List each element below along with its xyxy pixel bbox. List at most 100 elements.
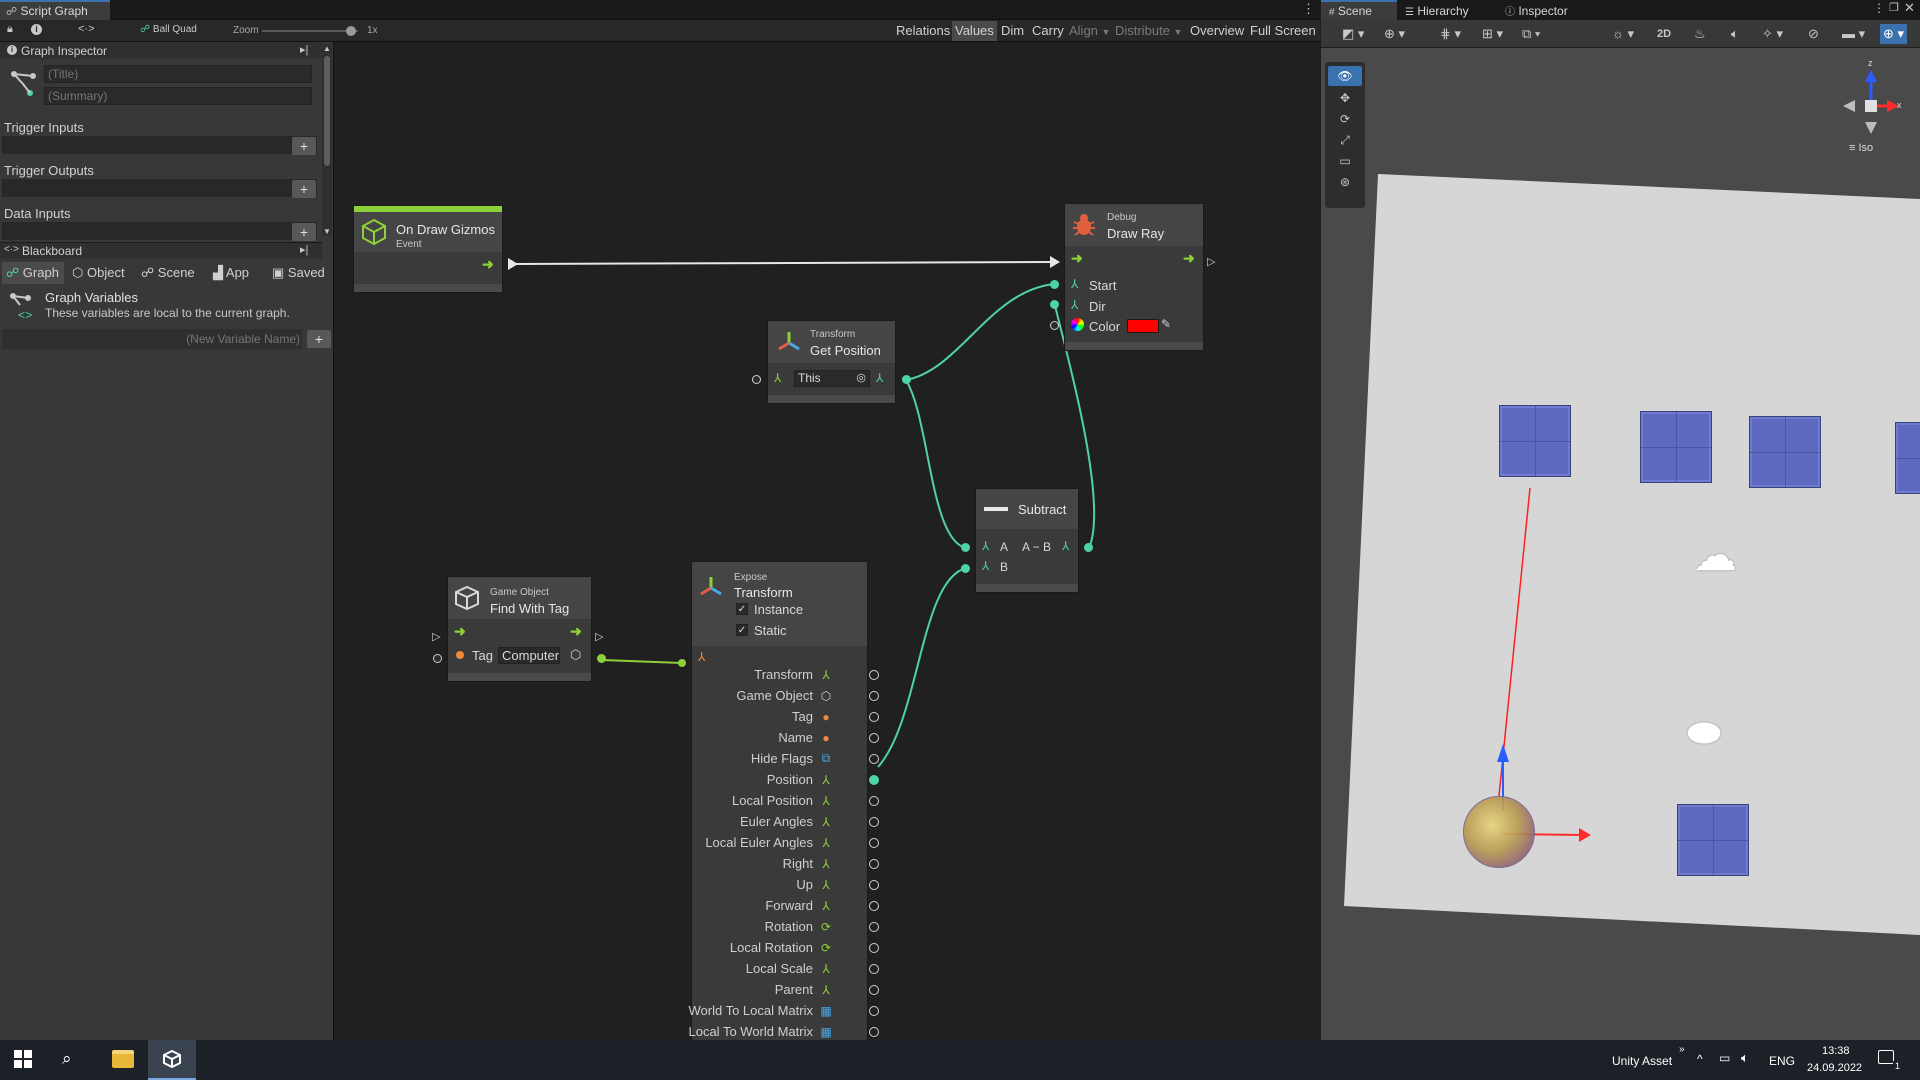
expose-output-port[interactable] (869, 985, 879, 995)
grid-visibility-icon[interactable]: ⊞ ▾ (1482, 24, 1503, 44)
language-label[interactable]: ENG (1769, 1054, 1795, 1068)
subtract-output-port[interactable] (1084, 543, 1093, 552)
chevron-up-icon[interactable]: ^ (1697, 1052, 1703, 1066)
expose-output-port[interactable] (869, 733, 879, 743)
hidden-objects-icon[interactable]: ⊘ (1808, 24, 1819, 44)
expose-output-port[interactable] (869, 817, 879, 827)
expose-output-port[interactable] (869, 712, 879, 722)
audio-toggle-icon[interactable]: 🔈︎ (1731, 24, 1739, 44)
close-icon[interactable]: ✕ (1904, 0, 1915, 16)
expose-output-row[interactable]: Up ⅄ (677, 874, 879, 895)
dir-input-port[interactable] (1050, 300, 1059, 309)
color-input-port[interactable] (1050, 321, 1059, 330)
globe-dropdown-icon[interactable]: ⊕ ▾ (1384, 24, 1405, 44)
find-with-tag-node[interactable]: Game Object Find With Tag ➜ ➜ Tag Comput… (447, 576, 592, 682)
expose-output-port[interactable] (869, 754, 879, 764)
unity-taskbar-button[interactable] (148, 1040, 196, 1080)
expose-output-row[interactable]: Local Position ⅄ (677, 790, 879, 811)
expose-output-port[interactable] (869, 880, 879, 890)
file-explorer-icon[interactable] (112, 1050, 134, 1068)
expose-output-row[interactable]: Right ⅄ (677, 853, 879, 874)
tab-scene-view[interactable]: # Scene (1321, 0, 1397, 20)
tray-app-label[interactable]: Unity Asset (1612, 1054, 1672, 1068)
flow-output-arrow-icon[interactable]: ➜ (482, 256, 494, 273)
expose-output-port[interactable] (869, 901, 879, 911)
tab-hierarchy[interactable]: ☰ Hierarchy (1405, 2, 1469, 22)
flow-output-arrow-icon[interactable]: ➜ (570, 623, 582, 640)
expose-output-row[interactable]: Local Scale ⅄ (677, 958, 879, 979)
expose-output-port[interactable] (869, 922, 879, 932)
expose-output-port[interactable] (869, 859, 879, 869)
color-swatch[interactable] (1127, 319, 1159, 333)
transform-tool-icon[interactable]: ⊛ (1328, 172, 1362, 192)
clock-date[interactable]: 24.09.2022 (1807, 1062, 1862, 1074)
expose-output-port[interactable] (869, 796, 879, 806)
kebab-menu-icon[interactable]: ⋮ (1873, 1, 1885, 15)
light-toggle-icon[interactable]: ♨ (1694, 24, 1706, 44)
expose-output-row[interactable]: Transform ⅄ (677, 664, 879, 685)
volume-icon[interactable]: 🔈︎ (1741, 1050, 1749, 1066)
notification-icon[interactable] (1878, 1050, 1894, 1064)
rotate-tool-icon[interactable]: ⟳ (1328, 109, 1362, 129)
gizmos-dropdown-icon[interactable]: ⊕ ▾ (1880, 24, 1908, 44)
expose-output-port[interactable] (869, 1027, 879, 1037)
iso-projection-toggle[interactable]: ≡ Iso (1849, 142, 1873, 154)
expose-output-row[interactable]: Game Object ⬡ (677, 685, 879, 706)
mode-2d-button[interactable]: 2D (1657, 24, 1671, 44)
move-tool-icon[interactable]: ✥ (1328, 88, 1362, 108)
expose-output-row[interactable]: Position ⅄ (677, 769, 879, 790)
expose-output-port[interactable] (869, 1006, 879, 1016)
draw-ray-node[interactable]: Debug Draw Ray ➜ ➜ ⅄ Start ⅄ Dir Color ✎ (1064, 203, 1204, 351)
effects-dropdown-icon[interactable]: ✧ ▾ (1762, 24, 1783, 44)
get-position-node[interactable]: Transform Get Position ⅄ This ◎ ⅄ (767, 320, 896, 404)
expose-output-row[interactable]: World To Local Matrix ▦ (677, 1000, 879, 1021)
tag-value-field[interactable]: Computer (498, 647, 560, 664)
tab-inspector[interactable]: ⓘ Inspector (1505, 2, 1568, 22)
expose-output-row[interactable]: Local Euler Angles ⅄ (677, 832, 879, 853)
expose-output-row[interactable]: Forward ⅄ (677, 895, 879, 916)
expose-output-port[interactable] (869, 670, 879, 680)
eyedropper-icon[interactable]: ✎ (1161, 317, 1171, 331)
target-icon[interactable]: ◎ (856, 371, 866, 386)
expose-output-row[interactable]: Local To World Matrix ▦ (677, 1021, 879, 1042)
lighting-dropdown-icon[interactable]: ☼ ▾ (1612, 24, 1634, 44)
rect-tool-icon[interactable]: ▭ (1328, 151, 1362, 171)
subtract-a-input-port[interactable] (961, 543, 970, 552)
expose-output-row[interactable]: Hide Flags ⧉ (677, 748, 879, 769)
start-input-port[interactable] (1050, 280, 1059, 289)
static-checkbox[interactable]: ✓ (736, 624, 748, 636)
windows-start-icon[interactable] (14, 1050, 32, 1068)
expose-output-row[interactable]: Rotation ⟳ (677, 916, 879, 937)
view-tool-button[interactable]: 👁︎ (1328, 66, 1362, 86)
flow-input-arrow-icon[interactable]: ➜ (454, 623, 466, 640)
expose-output-port[interactable] (869, 943, 879, 953)
subtract-b-input-port[interactable] (961, 564, 970, 573)
expose-output-row[interactable]: Parent ⅄ (677, 979, 879, 1000)
expose-output-port[interactable] (869, 691, 879, 701)
instance-checkbox[interactable]: ✓ (736, 603, 748, 615)
expose-output-row[interactable]: Local Rotation ⟳ (677, 937, 879, 958)
maximize-icon[interactable]: ❐ (1889, 1, 1899, 14)
flow-output-port-icon[interactable]: ▷ (595, 630, 603, 643)
chevron-icon[interactable]: » (1679, 1044, 1685, 1055)
sphere-object[interactable] (1463, 796, 1535, 868)
expose-output-port[interactable] (869, 964, 879, 974)
game-object-output-port[interactable] (597, 654, 606, 663)
scene-viewport[interactable]: ☁ ⬬ 👁︎ ✥ ⟳ ⤢ ▭ ⊛ z x ≡ Iso (1321, 48, 1920, 1040)
flow-output-port-icon[interactable]: ▷ (1207, 255, 1215, 268)
tag-input-port[interactable] (433, 654, 442, 663)
position-output-port[interactable] (902, 375, 911, 384)
expose-output-row[interactable]: Tag ● (677, 706, 879, 727)
on-draw-gizmos-node[interactable]: On Draw Gizmos Event ➜ (353, 205, 503, 293)
clock-time[interactable]: 13:38 (1822, 1045, 1850, 1057)
flow-output-arrow-icon[interactable]: ➜ (1183, 250, 1195, 267)
expose-output-port[interactable] (869, 775, 879, 785)
flow-input-port-icon[interactable]: ▷ (432, 630, 440, 643)
expose-output-row[interactable]: Euler Angles ⅄ (677, 811, 879, 832)
this-input-port[interactable] (752, 375, 761, 384)
flow-input-arrow-icon[interactable]: ➜ (1071, 250, 1083, 267)
expose-transform-node[interactable]: Expose Transform ✓ Instance ✓ Static ⅄ T… (688, 561, 879, 1060)
expose-output-port[interactable] (869, 838, 879, 848)
grid-snap-icon[interactable]: ⋕ ▾ (1440, 24, 1461, 44)
expose-output-row[interactable]: Name ● (677, 727, 879, 748)
